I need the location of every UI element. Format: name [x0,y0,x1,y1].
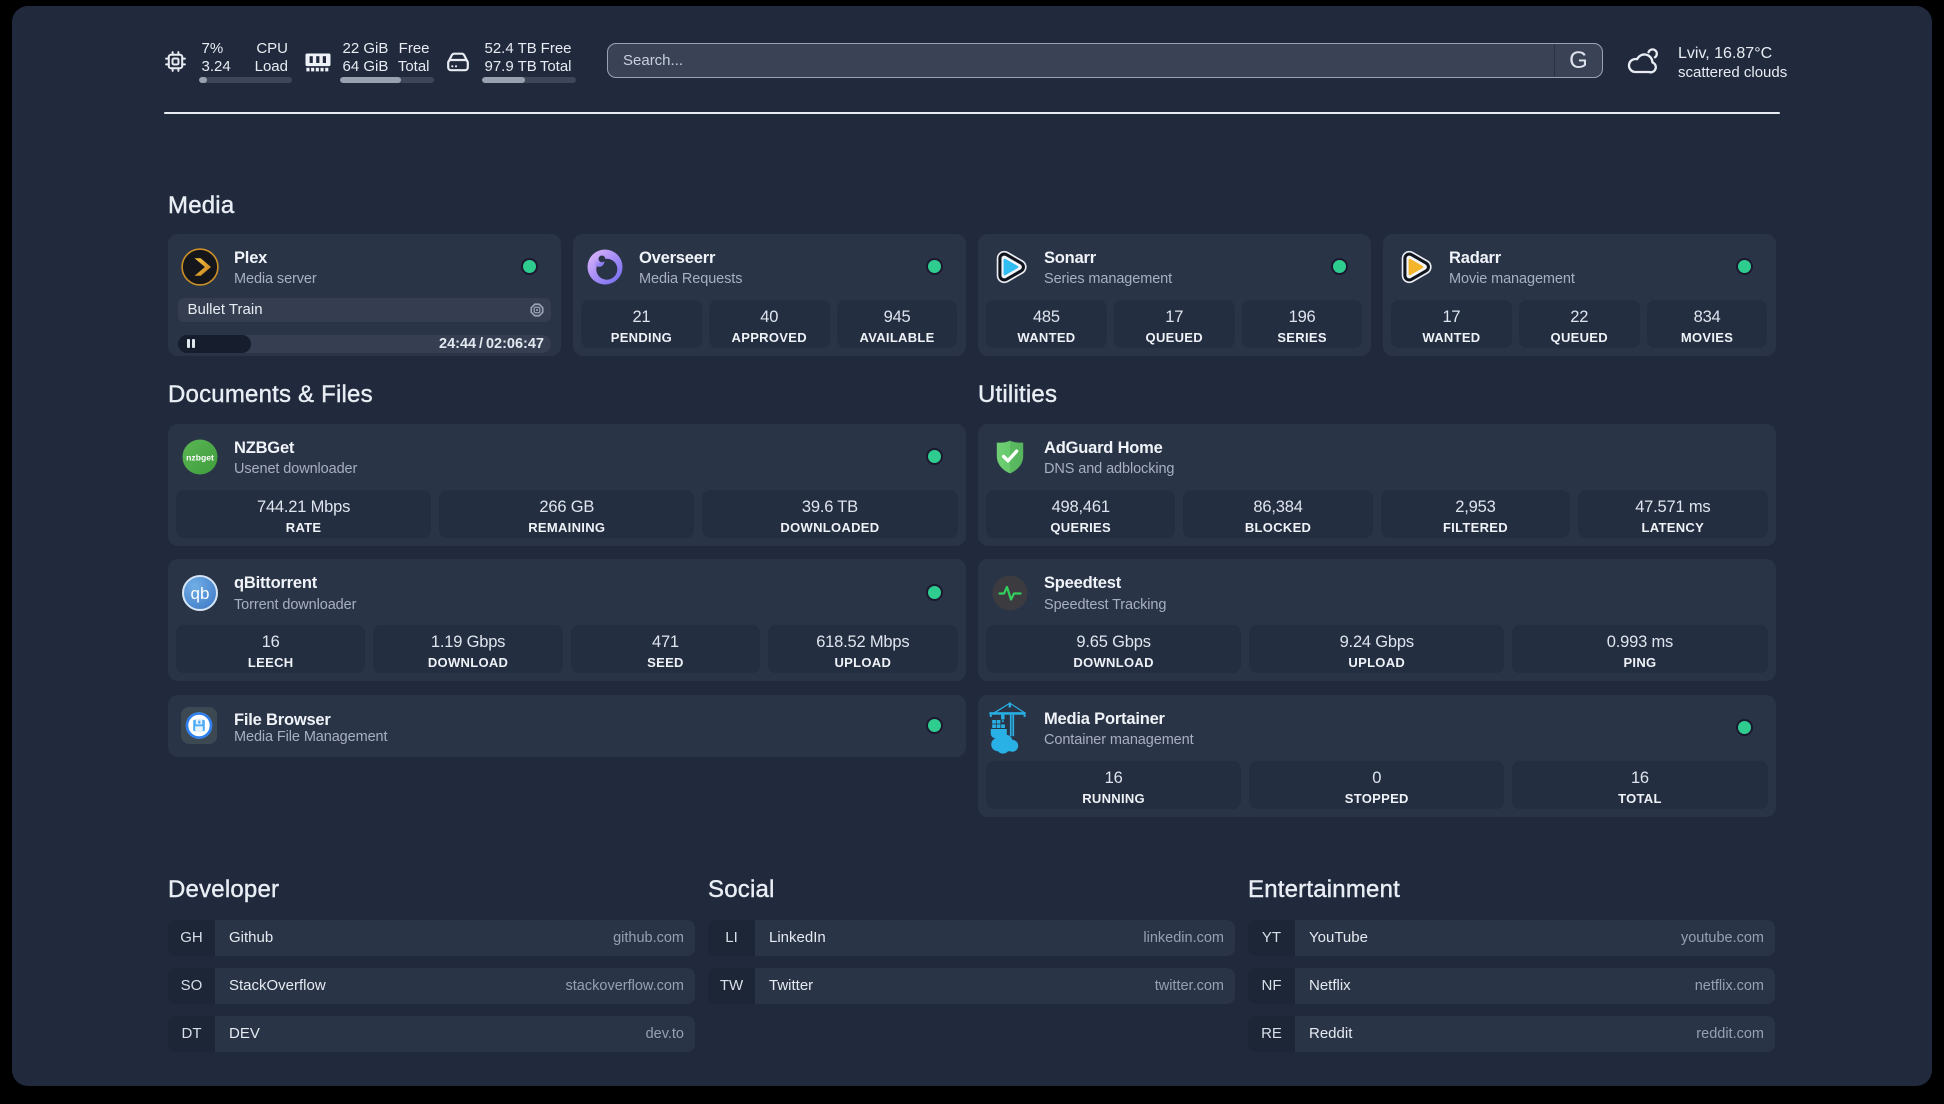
svg-text:qb: qb [190,584,209,603]
svg-text:nzbget: nzbget [186,453,214,463]
